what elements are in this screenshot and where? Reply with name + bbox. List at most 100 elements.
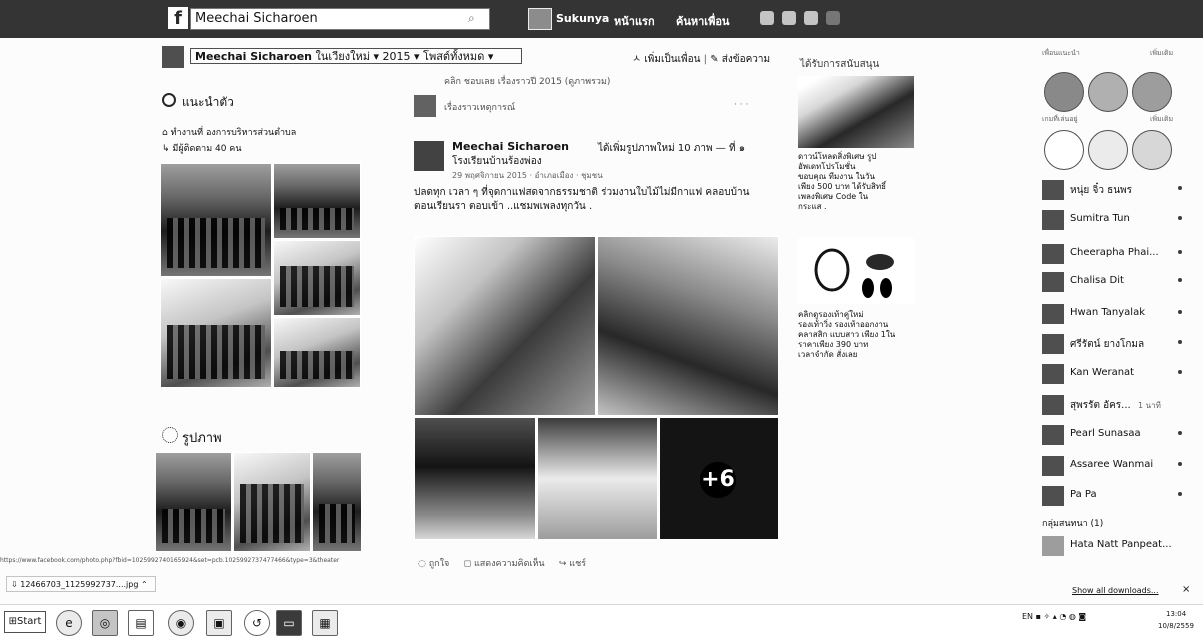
tray-icons[interactable]: ▪ ✧ ▴ ◔ ◍ ◙ xyxy=(1036,612,1087,621)
last-active-time: 1 นาที xyxy=(1138,401,1161,410)
show-all-downloads-link[interactable]: Show all downloads... xyxy=(1072,586,1159,595)
chat-contact[interactable]: Pa Pa xyxy=(1042,484,1192,508)
browser-icon[interactable]: ◉ xyxy=(168,610,194,636)
chat-contact[interactable]: หนุ่ย จิ๋ว ธนพร xyxy=(1042,178,1192,202)
location-dropdown[interactable]: ในเวียงใหม่ ▾ xyxy=(315,50,379,63)
close-icon[interactable]: × xyxy=(1182,584,1190,595)
post-author-avatar[interactable] xyxy=(414,141,444,171)
comment-button[interactable]: แสดงความคิดเห็น xyxy=(474,559,545,569)
chat-contact[interactable]: Sumitra Tun xyxy=(1042,208,1192,232)
profile-filter-bar[interactable]: Meechai Sicharoen ในเวียงใหม่ ▾ 2015 ▾ โ… xyxy=(190,48,522,64)
internet-explorer-icon[interactable]: e xyxy=(56,610,82,636)
language-indicator[interactable]: EN xyxy=(1022,612,1033,621)
chrome-icon[interactable]: ◎ xyxy=(92,610,118,636)
profile-actions: ㅅ เพิ่มเป็นเพื่อน | ✎ ส่งข้อความ xyxy=(632,54,771,65)
profile-mini-avatar[interactable] xyxy=(162,46,184,68)
online-dot xyxy=(1178,250,1182,254)
active-window-icon[interactable]: ▭ xyxy=(276,610,302,636)
ad-text-2[interactable]: คลิกดูรองเท้าคู่ใหม่ รองเท้าวิ่ง รองเท้า… xyxy=(798,310,914,360)
profile-name[interactable]: Meechai Sicharoen xyxy=(195,50,312,63)
photo-thumbnail[interactable] xyxy=(233,452,311,552)
featured-photo[interactable] xyxy=(273,163,361,239)
chat-contact[interactable]: Hwan Tanyalak xyxy=(1042,302,1192,326)
chevron-up-icon[interactable]: ⌃ xyxy=(138,580,148,589)
suggestion-bubble[interactable] xyxy=(1088,72,1128,112)
chat-contact[interactable]: Pearl Sunasaa xyxy=(1042,423,1192,447)
post-photo[interactable] xyxy=(537,417,658,540)
privacy-icon[interactable] xyxy=(826,11,840,25)
posts-dropdown[interactable]: โพสต์ทั้งหมด ▾ xyxy=(423,50,493,63)
post-place[interactable]: โรงเรียนบ้านร้องพ่อง xyxy=(452,154,542,169)
start-button[interactable]: ⊞Start xyxy=(4,611,46,633)
chat-contact[interactable]: สุพรรัต อัคร... 1 นาที xyxy=(1042,393,1192,417)
photo-thumbnail[interactable] xyxy=(312,452,362,552)
nav-profile-link[interactable]: Sukunya xyxy=(556,12,609,25)
comment-icon: ◻ xyxy=(463,559,474,569)
game-bubble[interactable] xyxy=(1088,130,1128,170)
clock-time[interactable]: 13:04 xyxy=(1166,610,1186,618)
add-friend-button[interactable]: ㅅ เพิ่มเป็นเพื่อน xyxy=(632,54,700,65)
post-photo[interactable] xyxy=(414,236,596,416)
sponsored-title: ได้รับการสนับสนุน xyxy=(800,59,880,70)
app-icon[interactable]: ↺ xyxy=(244,610,270,636)
download-item[interactable]: ⇩ 12466703_1125992737....jpg ⌃ xyxy=(6,576,156,592)
avatar xyxy=(1042,486,1064,506)
folder-icon[interactable]: ▤ xyxy=(128,610,154,636)
suggestion-bubble[interactable] xyxy=(1044,72,1084,112)
suggestion-bubble[interactable] xyxy=(1132,72,1172,112)
chat-contact[interactable]: Chalisa Dit xyxy=(1042,270,1192,294)
featured-photo[interactable] xyxy=(160,163,272,277)
ad-image-1[interactable] xyxy=(798,76,914,148)
clock-date[interactable]: 10/8/2559 xyxy=(1158,622,1194,630)
year-dropdown[interactable]: 2015 ▾ xyxy=(383,50,420,63)
photo-thumbnail[interactable] xyxy=(155,452,232,552)
chat-contact[interactable]: ศรีรัตน์ ยางโกมล xyxy=(1042,332,1192,356)
chat-section-label: เพื่อนแนะนำ xyxy=(1042,49,1080,57)
post-photo[interactable] xyxy=(597,236,779,416)
online-dot xyxy=(1178,278,1182,282)
recommended-avatar[interactable] xyxy=(414,95,436,117)
games-section-label: เกมที่เล่นอยู่ xyxy=(1042,115,1078,123)
share-button[interactable]: แชร์ xyxy=(569,559,586,569)
featured-photo[interactable] xyxy=(160,278,272,388)
nav-user-avatar[interactable] xyxy=(528,8,552,30)
game-bubble[interactable] xyxy=(1132,130,1172,170)
message-button[interactable]: ✎ ส่งข้อความ xyxy=(710,54,770,65)
media-icon[interactable]: ▣ xyxy=(206,610,232,636)
search-icon[interactable]: ⌕ xyxy=(468,11,475,26)
chat-section-more[interactable]: เพิ่มเติม xyxy=(1150,48,1173,59)
featured-photo[interactable] xyxy=(273,317,361,388)
ad-image-2[interactable] xyxy=(798,238,914,304)
ad-text-1[interactable]: ดาวน์โหลดสิ่งพิเศษ รูป อัพเดทโปรโมชั่น ข… xyxy=(798,152,914,212)
intro-item-followers: ↳ มีผู้ติดตาม 40 คน xyxy=(162,144,242,154)
windows-logo-icon: ⊞ xyxy=(8,616,17,627)
friend-requests-icon[interactable] xyxy=(760,11,774,25)
search-input[interactable]: Meechai Sicharoen xyxy=(190,8,490,30)
like-icon: ◌ xyxy=(418,559,429,569)
share-icon: ↪ xyxy=(558,559,570,569)
more-photos-count[interactable]: +6 xyxy=(700,462,736,498)
notifications-icon[interactable] xyxy=(804,11,818,25)
like-button[interactable]: ถูกใจ xyxy=(429,559,450,569)
avatar xyxy=(1042,456,1064,476)
games-section-more[interactable]: เพิ่มเติม xyxy=(1150,114,1173,125)
messages-icon[interactable] xyxy=(782,11,796,25)
chat-contact[interactable]: Assaree Wanmai xyxy=(1042,454,1192,478)
post-action-text: ได้เพิ่มรูปภาพใหม่ 10 ภาพ — ที่ ๑ xyxy=(598,143,746,154)
image-viewer-icon[interactable]: ▦ xyxy=(312,610,338,636)
facebook-logo[interactable]: f xyxy=(168,7,188,29)
photos-icon xyxy=(162,427,178,443)
chat-group-item[interactable]: Hata Natt Panpeat... xyxy=(1042,534,1192,558)
post-photo[interactable] xyxy=(414,417,536,540)
recommended-more-icon[interactable]: · · · xyxy=(734,100,748,110)
featured-photo[interactable] xyxy=(273,240,361,316)
chat-contact[interactable]: Kan Weranat xyxy=(1042,362,1192,386)
post-body-text: ปลดทุก เวลา ๆ ที่จุดกาแฟสดจากธรรมชาติ ร่… xyxy=(414,187,750,212)
post-author-name[interactable]: Meechai Sicharoen xyxy=(452,140,569,153)
intro-title: แนะนำตัว xyxy=(182,95,234,109)
game-bubble[interactable] xyxy=(1044,130,1084,170)
nav-find-friends-link[interactable]: ค้นหาเพื่อน xyxy=(676,12,729,30)
chat-contact[interactable]: Cheerapha Phai... xyxy=(1042,242,1192,266)
nav-home-link[interactable]: หน้าแรก xyxy=(614,12,655,30)
photos-title[interactable]: รูปภาพ xyxy=(182,427,222,448)
